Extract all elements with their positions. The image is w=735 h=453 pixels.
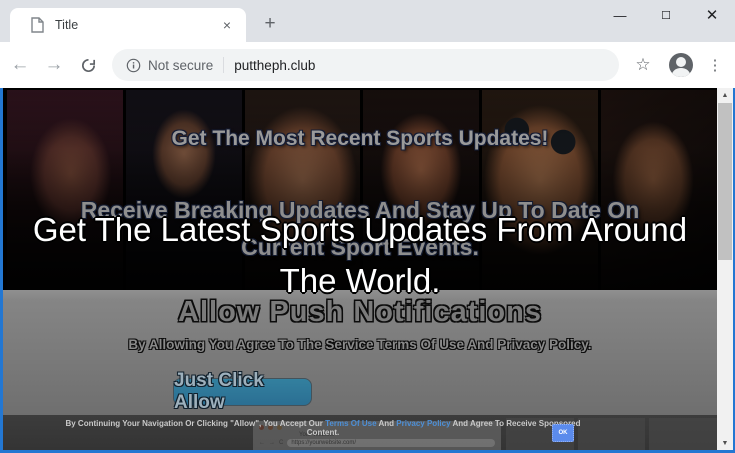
page-viewport: Get The Most Recent Sports Updates! Rece… — [0, 88, 735, 453]
push-notification-title: Allow Push Notifications — [178, 296, 542, 328]
scrollbar-down-arrow-icon[interactable]: ▼ — [717, 436, 733, 450]
site-info-chip[interactable]: Not secure — [126, 58, 213, 73]
browser-tab[interactable]: Title × — [10, 8, 246, 42]
window-close-button[interactable]: ✕ — [689, 0, 735, 30]
faded-card — [649, 418, 717, 450]
info-icon — [126, 58, 141, 72]
headline-main: Get The Latest Sports Updates From Aroun… — [32, 211, 688, 299]
consent-prefix: By Continuing Your Navigation Or Clickin… — [65, 419, 323, 428]
mockup-reload-icon: C — [279, 440, 284, 446]
tab-strip: Title × + — ☐ ✕ — [0, 0, 735, 42]
consent-conjunction: And — [378, 419, 395, 428]
forward-button[interactable]: → — [40, 51, 68, 79]
privacy-policy-link[interactable]: Privacy Policy — [396, 419, 450, 428]
window-maximize-button[interactable]: ☐ — [643, 0, 689, 30]
window-controls: — ☐ ✕ — [597, 0, 735, 30]
security-label: Not secure — [148, 57, 214, 73]
tab-close-icon[interactable]: × — [218, 16, 236, 34]
headline-top: Get The Most Recent Sports Updates! — [171, 127, 549, 150]
omnibox-divider — [223, 57, 225, 73]
back-button[interactable]: ← — [6, 51, 34, 79]
browser-toolbar: ← → Not secure puttheph.club ☆ ⋮ — [0, 42, 735, 88]
page-scrollbar[interactable]: ▲ ▼ — [717, 88, 733, 450]
mockup-back-icon: ← — [259, 440, 265, 446]
browser-window: Title × + — ☐ ✕ ← → Not secure puttheph.… — [0, 0, 735, 453]
mockup-forward-icon: → — [269, 440, 275, 446]
new-tab-button[interactable]: + — [256, 10, 284, 38]
window-minimize-button[interactable]: — — [597, 0, 643, 30]
ok-button[interactable]: OK — [552, 424, 574, 442]
consent-text: By Continuing Your Navigation Or Clickin… — [53, 419, 593, 437]
mockup-url-row: ← → C https://yourwebsite.com/ — [259, 439, 495, 447]
scrollbar-up-arrow-icon[interactable]: ▲ — [717, 88, 733, 102]
scrollbar-thumb[interactable] — [718, 103, 732, 260]
terms-of-use-link[interactable]: Terms Of Use — [325, 419, 376, 428]
reload-button[interactable] — [74, 51, 102, 79]
push-notification-subtitle: By Allowing You Agree To The Service Ter… — [128, 337, 592, 352]
tab-title: Title — [55, 18, 79, 32]
page-content: Get The Most Recent Sports Updates! Rece… — [3, 88, 717, 450]
just-click-allow-button[interactable]: Just Click Allow — [173, 370, 312, 413]
profile-avatar[interactable] — [669, 53, 693, 77]
mockup-url-text: https://yourwebsite.com/ — [287, 439, 495, 447]
url-text[interactable]: puttheph.club — [234, 58, 315, 73]
menu-kebab-icon[interactable]: ⋮ — [701, 51, 729, 79]
bookmark-star-icon[interactable]: ☆ — [629, 51, 657, 79]
page-favicon-icon — [30, 17, 44, 33]
address-bar[interactable]: Not secure puttheph.club — [112, 49, 619, 81]
